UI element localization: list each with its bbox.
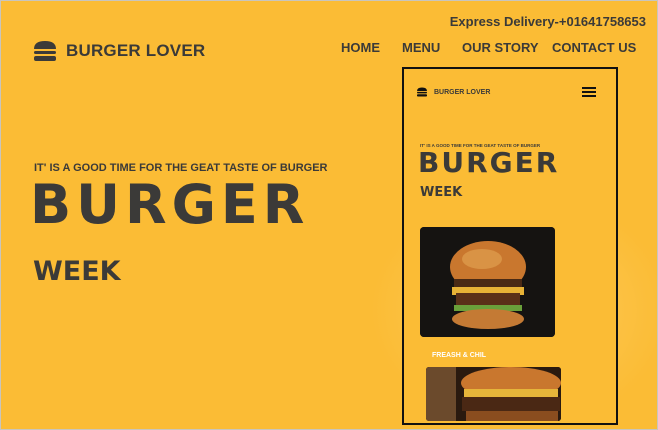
card-caption: FREASH & CHIL — [432, 352, 487, 359]
brand-name: BURGER LOVER — [66, 41, 206, 60]
mobile-subheadline: WEEK — [420, 185, 463, 200]
brand-logo[interactable]: BURGER LOVER — [32, 40, 205, 62]
nav-our-story[interactable]: OUR STORY — [462, 40, 539, 55]
burger-icon — [417, 87, 427, 97]
burger-photo — [420, 227, 555, 337]
nav-menu[interactable]: MENU — [402, 40, 440, 55]
nav-contact-us[interactable]: CONTACT US — [552, 40, 636, 55]
hamburger-menu-icon[interactable] — [582, 87, 596, 99]
burger-icon — [34, 41, 56, 61]
express-delivery-text: Express Delivery-+01641758653 — [449, 14, 646, 29]
burger-image-card-2[interactable] — [426, 367, 561, 421]
mobile-preview: BURGER LOVER IT' IS A GOOD TIME FOR THE … — [402, 67, 618, 425]
hero-headline: BURGER — [30, 173, 310, 236]
hero-subheadline: WEEK — [33, 256, 121, 287]
mobile-headline: BURGER — [418, 146, 560, 179]
nav-home[interactable]: HOME — [341, 40, 380, 55]
mobile-brand-name: BURGER LOVER — [434, 88, 491, 96]
burger-photo-2 — [426, 367, 561, 421]
mobile-brand-logo[interactable]: BURGER LOVER — [416, 87, 490, 97]
burger-image-card[interactable] — [420, 227, 555, 337]
